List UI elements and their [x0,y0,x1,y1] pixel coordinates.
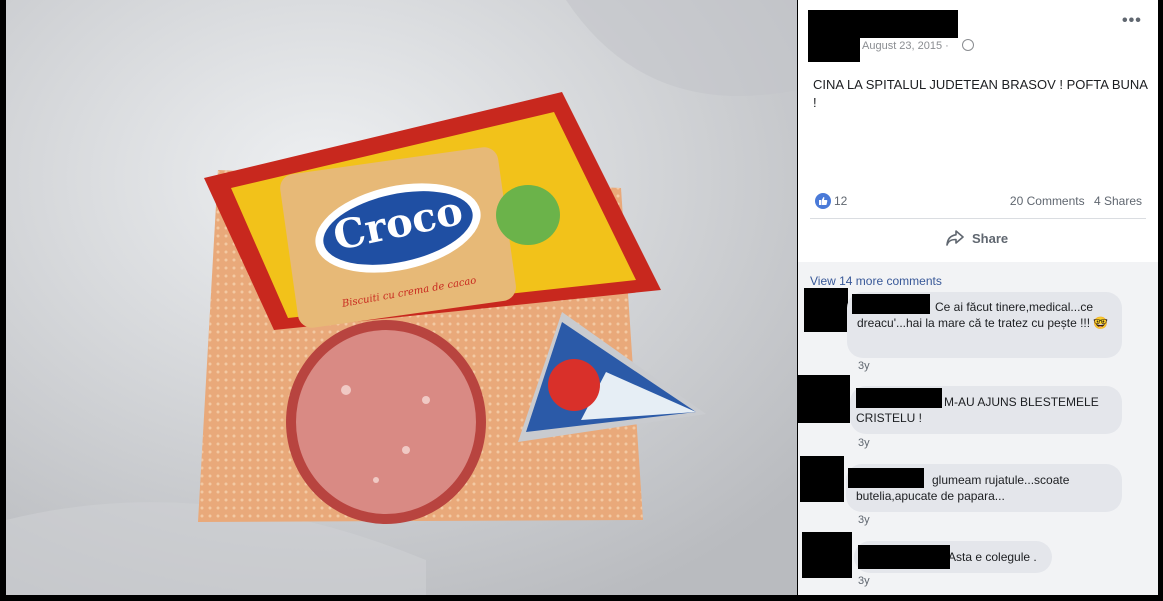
comments-section: View 14 more comments Ce ai făcut tinere… [798,262,1158,595]
author-name[interactable] [860,10,958,38]
comment-author[interactable] [858,545,950,569]
comments-count[interactable]: 20 Comments [1010,194,1085,208]
comment-author[interactable] [848,468,924,488]
globe-icon [962,39,974,51]
comment-avatar[interactable] [800,456,844,502]
comment-time[interactable]: 3y [858,437,870,449]
post-photo[interactable]: Croco Biscuiti cu crema de cacao [6,0,797,595]
comment-time[interactable]: 3y [858,575,870,587]
share-icon [946,230,964,246]
more-options-icon[interactable]: ••• [1122,12,1142,30]
comment-time[interactable]: 3y [858,360,870,372]
comment-author[interactable] [856,388,942,408]
comment-time[interactable]: 3y [858,514,870,526]
comment-avatar[interactable] [804,288,848,332]
like-count[interactable]: 12 [834,194,847,208]
divider [810,218,1146,219]
post-text: CINA LA SPITALUL JUDETEAN BRASOV ! POFTA… [813,77,1148,110]
comment-text: Asta e colegule . [948,550,1037,564]
frame-edge [1158,0,1163,601]
post-stats: 20 Comments 4 Shares [1004,194,1142,208]
share-button[interactable]: Share [946,230,1008,246]
avatar[interactable] [808,10,860,62]
shares-count[interactable]: 4 Shares [1094,194,1142,208]
comment-avatar[interactable] [798,375,850,423]
post-date[interactable]: August 23, 2015 · [862,40,949,52]
like-icon[interactable] [815,193,831,209]
share-label: Share [972,230,1009,246]
salami-slice [286,320,486,524]
comment-author[interactable] [852,294,930,314]
view-more-comments-link[interactable]: View 14 more comments [810,274,942,288]
post-sidebar: August 23, 2015 · ••• CINA LA SPITALUL J… [798,0,1158,595]
comment-avatar[interactable] [802,532,852,578]
